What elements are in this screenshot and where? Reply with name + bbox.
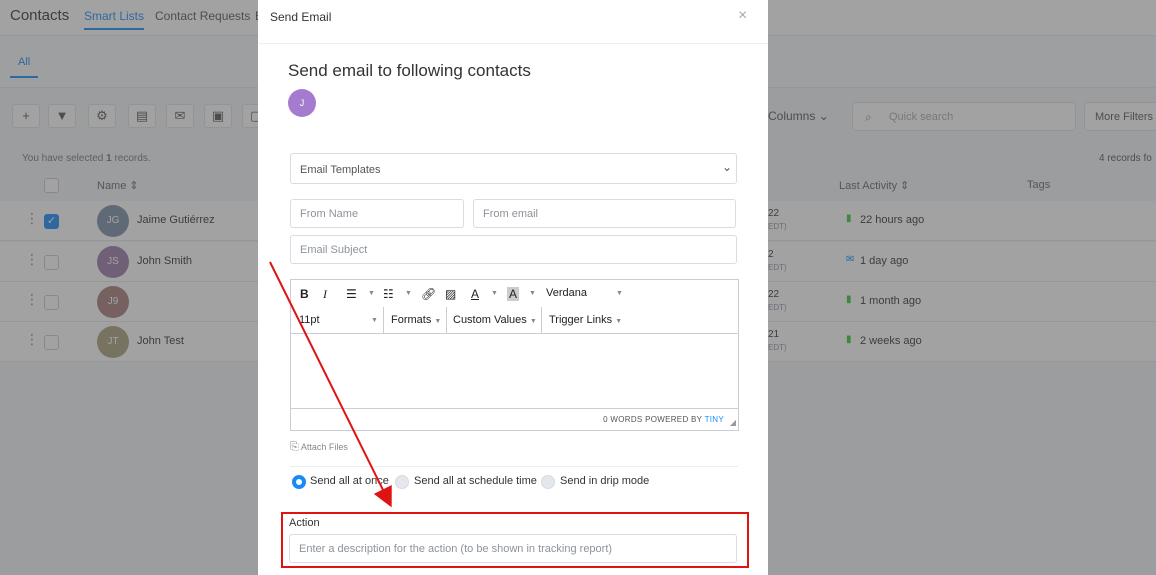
custom-values-menu[interactable]: Custom Values ▼	[453, 314, 537, 326]
italic-icon[interactable]: I	[323, 287, 327, 302]
toolbar-divider	[446, 307, 447, 334]
chevron-down-icon[interactable]: ▼	[491, 290, 498, 297]
toolbar-divider	[383, 307, 384, 334]
radio-send-all-at-once[interactable]	[292, 475, 306, 489]
font-size-select[interactable]: 11pt	[299, 314, 320, 326]
formats-menu[interactable]: Formats ▼	[391, 314, 441, 326]
from-email-input[interactable]: From email	[473, 199, 736, 228]
chevron-down-icon: ⌄	[721, 160, 732, 174]
chevron-down-icon[interactable]: ▼	[616, 290, 623, 297]
word-count: 0 WORDS POWERED BY	[603, 415, 703, 424]
annotation-highlight-box	[281, 512, 749, 568]
numbered-list-icon[interactable]: ☷	[383, 287, 394, 301]
paperclip-icon: ⎘	[290, 441, 299, 453]
radio-label-send-drip-mode[interactable]: Send in drip mode	[560, 475, 649, 487]
editor-body[interactable]	[291, 334, 738, 408]
image-icon[interactable]: ▨	[445, 287, 456, 301]
editor-status-bar: 0 WORDS POWERED BY TINY ◢	[291, 408, 738, 430]
attach-files-link[interactable]: ⎘ Attach Files	[290, 441, 348, 454]
modal-header: Send Email ×	[258, 0, 768, 44]
rich-text-editor: B I ☰ ▼ ☷ ▼ 🔗︎ ▨ A ▼ A ▼ Verdana ▼ 11pt …	[290, 279, 739, 431]
text-color-icon[interactable]: A	[471, 287, 479, 301]
radio-send-at-schedule[interactable]	[395, 475, 409, 489]
chevron-down-icon[interactable]: ▼	[529, 290, 536, 297]
email-templates-select[interactable]: Email Templates ⌄	[290, 153, 737, 184]
editor-toolbar-row-2: 11pt ▼ Formats ▼ Custom Values ▼ Trigger…	[291, 307, 738, 334]
chevron-down-icon[interactable]: ▼	[368, 290, 375, 297]
radio-send-drip-mode[interactable]	[541, 475, 555, 489]
close-icon[interactable]: ×	[738, 7, 747, 25]
section-divider	[290, 466, 738, 467]
modal-title: Send Email	[270, 10, 332, 24]
email-subject-input[interactable]: Email Subject	[290, 235, 737, 264]
modal-heading: Send email to following contacts	[288, 61, 531, 80]
link-icon[interactable]: 🔗︎	[421, 287, 436, 301]
background-color-icon[interactable]: A	[507, 287, 520, 301]
editor-toolbar-row-1: B I ☰ ▼ ☷ ▼ 🔗︎ ▨ A ▼ A ▼ Verdana ▼	[291, 280, 738, 307]
tiny-link[interactable]: TINY	[705, 415, 724, 424]
send-email-modal: Send Email × Send email to following con…	[258, 0, 768, 575]
avatar[interactable]: J	[288, 89, 316, 117]
trigger-links-menu[interactable]: Trigger Links ▼	[549, 314, 622, 326]
font-family-select[interactable]: Verdana	[546, 287, 587, 299]
from-name-input[interactable]: From Name	[290, 199, 464, 228]
chevron-down-icon[interactable]: ▼	[371, 317, 378, 324]
toolbar-divider	[541, 307, 542, 334]
radio-label-send-at-schedule[interactable]: Send all at schedule time	[414, 475, 537, 487]
resize-handle-icon[interactable]: ◢	[730, 418, 736, 427]
bold-icon[interactable]: B	[300, 287, 309, 301]
bullet-list-icon[interactable]: ☰	[346, 287, 357, 301]
radio-label-send-all-at-once[interactable]: Send all at once	[310, 475, 389, 487]
chevron-down-icon[interactable]: ▼	[405, 290, 412, 297]
